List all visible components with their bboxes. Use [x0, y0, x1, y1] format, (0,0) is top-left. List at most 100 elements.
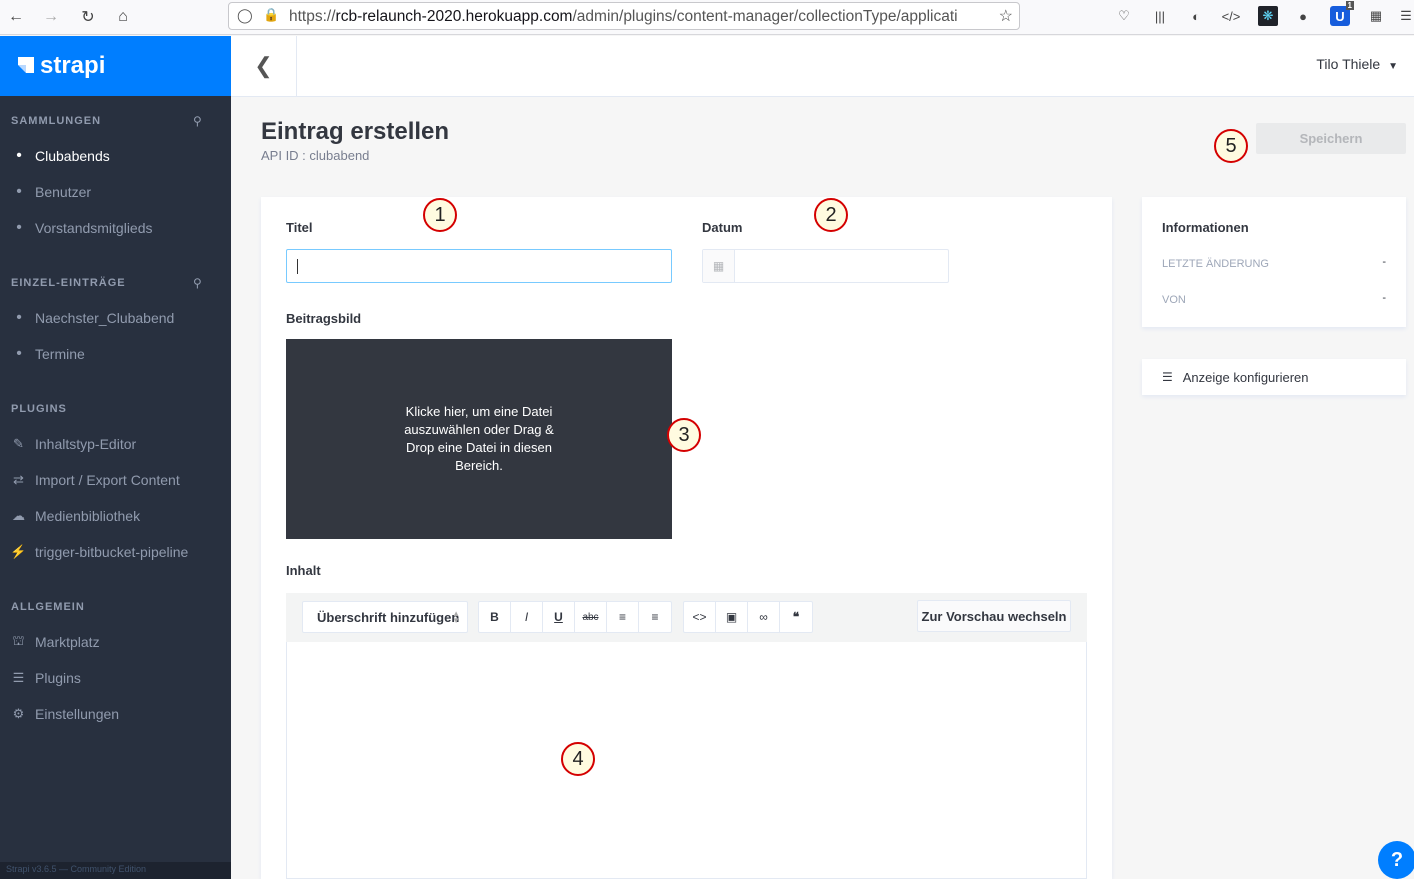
- configure-view-link[interactable]: ☰ Anzeige konfigurieren: [1142, 359, 1406, 395]
- strapi-logo[interactable]: strapi: [0, 36, 231, 96]
- extension-badge: 1: [1345, 1, 1354, 10]
- by-value: -: [1382, 292, 1386, 304]
- cloud-upload-icon: ☁: [12, 508, 25, 523]
- back-arrow-icon[interactable]: ←: [4, 5, 28, 29]
- heading-select[interactable]: Überschrift hinzufügen ▲ ▼: [302, 601, 468, 633]
- user-name: Tilo Thiele: [1316, 56, 1381, 72]
- strapi-logo-icon: [12, 57, 34, 73]
- bullet-icon: •: [16, 147, 22, 164]
- menu-icon[interactable]: ☰: [1396, 6, 1414, 26]
- sidebar-item-label: Clubabends: [35, 148, 110, 164]
- sidebar-item-trigger-pipeline[interactable]: ⚡ trigger-bitbucket-pipeline: [0, 534, 231, 570]
- save-button[interactable]: Speichern: [1256, 123, 1406, 154]
- preview-toggle-button[interactable]: Zur Vorschau wechseln: [917, 600, 1071, 632]
- sidebar-item-naechster-clubabend[interactable]: • Naechster_Clubabend: [0, 300, 231, 336]
- heading-select-value: Überschrift hinzufügen: [317, 609, 460, 625]
- color-picker-icon[interactable]: ▦: [1366, 6, 1386, 26]
- dark-mode-icon[interactable]: ◐: [1186, 6, 1206, 26]
- sidebar-item-clubabends[interactable]: • Clubabends: [0, 138, 231, 174]
- link-icon[interactable]: ∞: [748, 602, 780, 632]
- chevron-left-icon[interactable]: ❮: [231, 36, 297, 96]
- layout-icon: ☰: [1162, 370, 1173, 384]
- annotation-marker-4: 4: [561, 742, 595, 776]
- sidebar-item-vorstandsmitglieds[interactable]: • Vorstandsmitglieds: [0, 210, 231, 246]
- api-id: API ID : clubabend: [261, 148, 370, 163]
- section-general: Allgemein: [11, 601, 85, 613]
- sidebar-item-einstellungen[interactable]: ⚙ Einstellungen: [0, 696, 231, 732]
- section-single: Einzel-Einträge: [11, 277, 126, 289]
- quote-icon[interactable]: ❝: [780, 602, 812, 632]
- lock-icon: 🔒: [263, 7, 280, 22]
- help-button[interactable]: ?: [1378, 841, 1414, 879]
- shopping-basket-icon: ⛫: [12, 633, 25, 648]
- info-title: Informationen: [1162, 220, 1249, 235]
- image-icon[interactable]: ▣: [716, 602, 748, 632]
- version-footer: Strapi v3.6.5 — Community Edition: [0, 862, 231, 879]
- forward-arrow-icon[interactable]: →: [39, 5, 63, 29]
- page-title: Eintrag erstellen: [261, 118, 450, 145]
- url-bar[interactable]: ◯ 🔒 https://rcb-relaunch-2020.herokuapp.…: [228, 2, 1020, 30]
- sidebar-item-label: Benutzer: [35, 184, 92, 200]
- sidebar-item-inhaltstyp-editor[interactable]: ✎ Inhaltstyp-Editor: [0, 426, 231, 462]
- inhalt-label: Inhalt: [286, 563, 321, 578]
- search-icon[interactable]: ⚲: [193, 114, 202, 128]
- sidebar-item-label: Plugins: [35, 670, 81, 686]
- italic-button[interactable]: I: [511, 602, 543, 632]
- search-icon[interactable]: ⚲: [193, 276, 202, 290]
- url-path: /admin/plugins/content-manager/collectio…: [572, 8, 958, 25]
- plug-icon: ⚡: [10, 544, 27, 559]
- pocket-icon[interactable]: ♡: [1114, 6, 1134, 26]
- reload-icon[interactable]: ↻: [76, 5, 100, 29]
- extension-icon[interactable]: ●: [1293, 6, 1313, 26]
- numbered-list-icon[interactable]: ≡: [607, 602, 639, 632]
- dropzone-text: Klicke hier, um eine Datei auszuwählen o…: [404, 404, 554, 473]
- markdown-editor[interactable]: [286, 642, 1087, 879]
- text-caret: [297, 259, 298, 274]
- sidebar-item-label: Medienbibliothek: [35, 508, 141, 524]
- beitragsbild-label: Beitragsbild: [286, 311, 362, 326]
- sidebar-item-label: Inhaltstyp-Editor: [35, 436, 137, 452]
- user-menu[interactable]: Tilo Thiele ▼: [1316, 56, 1398, 72]
- select-arrows-icon: ▲ ▼: [452, 609, 460, 625]
- sidebar-item-marktplatz[interactable]: ⛫ Marktplatz: [0, 624, 231, 660]
- url-text: https://rcb-relaunch-2020.herokuapp.com/…: [289, 8, 989, 26]
- sidebar-item-benutzer[interactable]: • Benutzer: [0, 174, 231, 210]
- sidebar-item-import-export[interactable]: ⇄ Import / Export Content: [0, 462, 231, 498]
- sidebar-item-label: trigger-bitbucket-pipeline: [35, 544, 189, 560]
- section-collections: Sammlungen: [11, 115, 102, 127]
- shield-icon: ◯: [237, 7, 253, 23]
- annotation-marker-5: 5: [1214, 129, 1248, 163]
- gear-icon: ⚙: [12, 706, 25, 721]
- url-host: rcb-relaunch-2020.herokuapp.com: [335, 8, 573, 25]
- bookmark-star-icon[interactable]: ☆: [999, 6, 1013, 26]
- info-panel: Informationen Letzte Änderung - Von -: [1142, 197, 1406, 327]
- home-icon[interactable]: ⌂: [111, 5, 135, 29]
- react-devtools-icon[interactable]: ❋: [1258, 6, 1278, 26]
- datum-input[interactable]: ▦: [702, 249, 949, 283]
- sidebar-item-termine[interactable]: • Termine: [0, 336, 231, 372]
- last-change-label: Letzte Änderung: [1162, 258, 1269, 270]
- titel-label: Titel: [286, 220, 313, 235]
- browser-toolbar: ← → ↻ ⌂ ◯ 🔒 https://rcb-relaunch-2020.he…: [0, 0, 1414, 35]
- bullet-icon: •: [16, 219, 22, 236]
- bold-button[interactable]: B: [479, 602, 511, 632]
- datum-label: Datum: [702, 220, 743, 235]
- format-button-group: B I U abc ≡ ≡: [478, 601, 672, 633]
- by-label: Von: [1162, 294, 1186, 306]
- underline-button[interactable]: U: [543, 602, 575, 632]
- library-icon[interactable]: |||: [1150, 6, 1170, 26]
- list-icon: ☰: [12, 670, 25, 685]
- titel-input[interactable]: [286, 249, 672, 283]
- devtools-icon[interactable]: </>: [1221, 6, 1241, 26]
- bitwarden-icon[interactable]: U1: [1330, 1, 1354, 26]
- last-change-row: Letzte Änderung -: [1162, 256, 1386, 270]
- sidebar-item-plugins[interactable]: ☰ Plugins: [0, 660, 231, 696]
- url-prefix: https://: [289, 8, 336, 25]
- file-dropzone[interactable]: Klicke hier, um eine Datei auszuwählen o…: [286, 339, 672, 539]
- annotation-marker-2: 2: [814, 198, 848, 232]
- strikethrough-button[interactable]: abc: [575, 602, 607, 632]
- bullet-list-icon[interactable]: ≡: [639, 602, 671, 632]
- annotation-marker-1: 1: [423, 198, 457, 232]
- sidebar-item-medienbibliothek[interactable]: ☁ Medienbibliothek: [0, 498, 231, 534]
- code-icon[interactable]: <>: [684, 602, 716, 632]
